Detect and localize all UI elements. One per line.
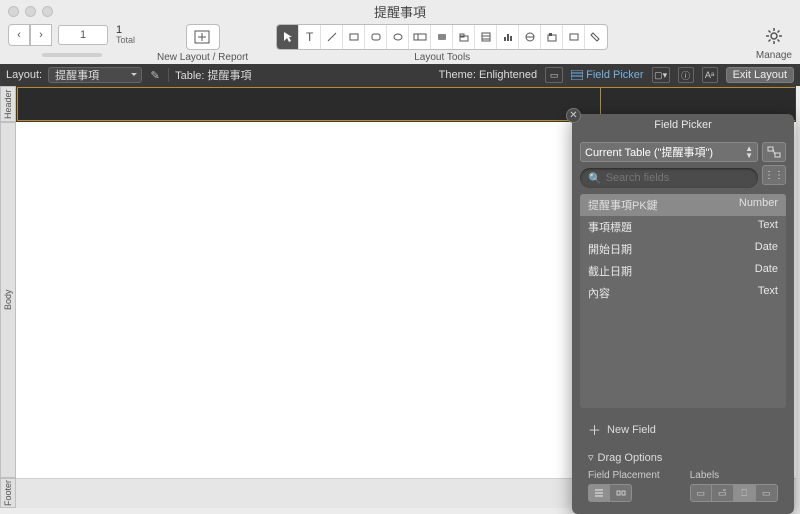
slide-tool[interactable] (563, 25, 585, 49)
part-tab-body[interactable]: Body (0, 122, 16, 478)
manage-group: Manage (756, 24, 792, 61)
field-placement-label: Field Placement (588, 470, 660, 481)
relations-icon (767, 146, 781, 158)
manage-label: Manage (756, 50, 792, 61)
field-row[interactable]: 事項標題 Text (580, 216, 786, 238)
disclosure-triangle-icon[interactable]: ▿ (588, 451, 594, 464)
minimize-window-icon[interactable] (25, 6, 36, 17)
portal-tool[interactable] (475, 25, 497, 49)
next-layout-button[interactable]: › (30, 24, 52, 46)
pointer-tool[interactable] (277, 25, 299, 49)
text-tool[interactable]: T (299, 25, 321, 49)
fieldpicker-icon (571, 70, 583, 80)
table-label: Table: 提醒事項 (175, 67, 251, 83)
layout-tools-label: Layout Tools (414, 52, 470, 63)
search-field-wrap: 🔍 (580, 168, 758, 188)
fieldpicker-panel: ✕ Field Picker Current Table ("提醒事項") ▲▼… (572, 114, 794, 514)
popover-tool[interactable] (541, 25, 563, 49)
text-format-button[interactable]: Aᵃ (702, 67, 718, 83)
field-list: 提醒事項PK鍵 Number 事項標題 Text 開始日期 Date 截止日期 … (580, 194, 786, 408)
exit-layout-button[interactable]: Exit Layout (726, 67, 794, 83)
tab-tool[interactable] (453, 25, 475, 49)
new-layout-group: New Layout / Report (157, 24, 248, 63)
chart-tool[interactable] (497, 25, 519, 49)
panel-title: Field Picker (572, 114, 794, 136)
sort-fields-button[interactable]: ⋮⋮ (762, 165, 786, 185)
layout-selector[interactable]: 提醒事項 (48, 67, 142, 83)
search-input[interactable] (606, 172, 750, 184)
info-button[interactable]: ⓘ (678, 67, 694, 83)
new-layout-button[interactable] (186, 24, 220, 50)
edit-layout-name-button[interactable]: ✎ (148, 69, 162, 82)
layout-tools-group: T Layout Tools (276, 24, 608, 63)
new-layout-icon (193, 29, 213, 45)
related-table-button[interactable] (762, 142, 786, 162)
gear-icon (765, 27, 783, 45)
layout-total-label: Total (116, 35, 135, 45)
format-painter-tool[interactable] (585, 25, 607, 49)
select-arrows-icon: ▲▼ (745, 145, 753, 159)
label-top-button[interactable]: ▭̄ (712, 484, 734, 502)
rectangle-tool[interactable] (343, 25, 365, 49)
rounded-rect-tool[interactable] (365, 25, 387, 49)
field-tool[interactable] (409, 25, 431, 49)
field-row-selected[interactable]: 提醒事項PK鍵 Number (580, 194, 786, 216)
field-row[interactable]: 截止日期 Date (580, 260, 786, 282)
theme-label: Theme: Enlightened (439, 69, 537, 81)
divider (168, 68, 169, 82)
label-left-button[interactable]: ▭ (690, 484, 712, 502)
labels-label: Labels (690, 470, 778, 481)
line-tool[interactable] (321, 25, 343, 49)
table-select[interactable]: Current Table ("提醒事項") ▲▼ (580, 142, 758, 162)
screen-picker-button[interactable]: ▢▾ (652, 67, 670, 83)
field-row[interactable]: 開始日期 Date (580, 238, 786, 260)
label-inside-button[interactable]: ⎕ (734, 484, 756, 502)
label-none-button[interactable]: ▭ (756, 484, 778, 502)
layout-zoom-slider[interactable] (42, 44, 102, 66)
window-title: 提醒事項 (374, 2, 426, 21)
oval-tool[interactable] (387, 25, 409, 49)
placement-vertical-button[interactable] (588, 484, 610, 502)
new-field-button[interactable]: ＋ New Field (580, 416, 786, 443)
traffic-lights (8, 6, 53, 17)
drag-options: ▿ Drag Options Field Placement Labels ▭ … (580, 447, 786, 506)
theme-picker-button[interactable]: ▭ (545, 67, 563, 83)
layout-tools-bar: T (276, 24, 608, 50)
plus-icon: ＋ (588, 420, 601, 439)
webviewer-tool[interactable] (519, 25, 541, 49)
layout-total-count: 1 (116, 25, 135, 35)
part-tab-footer[interactable]: Footer (0, 478, 16, 508)
button-tool[interactable] (431, 25, 453, 49)
part-tab-header[interactable]: Header (0, 86, 16, 122)
layout-status-bar: Layout: 提醒事項 ✎ Table: 提醒事項 Theme: Enligh… (0, 64, 800, 86)
layout-page-input[interactable]: 1 (58, 25, 108, 45)
search-icon: 🔍 (588, 172, 602, 185)
field-row[interactable]: 內容 Text (580, 282, 786, 304)
layout-prefix-label: Layout: (6, 69, 42, 81)
placement-horizontal-button[interactable] (610, 484, 632, 502)
zoom-window-icon[interactable] (42, 6, 53, 17)
main-toolbar: ‹ › 1 1 Total Layouts New Layout / Repor… (0, 22, 800, 64)
prev-layout-button[interactable]: ‹ (8, 24, 30, 46)
manage-button[interactable] (761, 24, 787, 48)
fieldpicker-toggle[interactable]: Field Picker (571, 69, 643, 81)
close-window-icon[interactable] (8, 6, 19, 17)
new-layout-label: New Layout / Report (157, 52, 248, 63)
window-titlebar: 提醒事項 (0, 0, 800, 22)
